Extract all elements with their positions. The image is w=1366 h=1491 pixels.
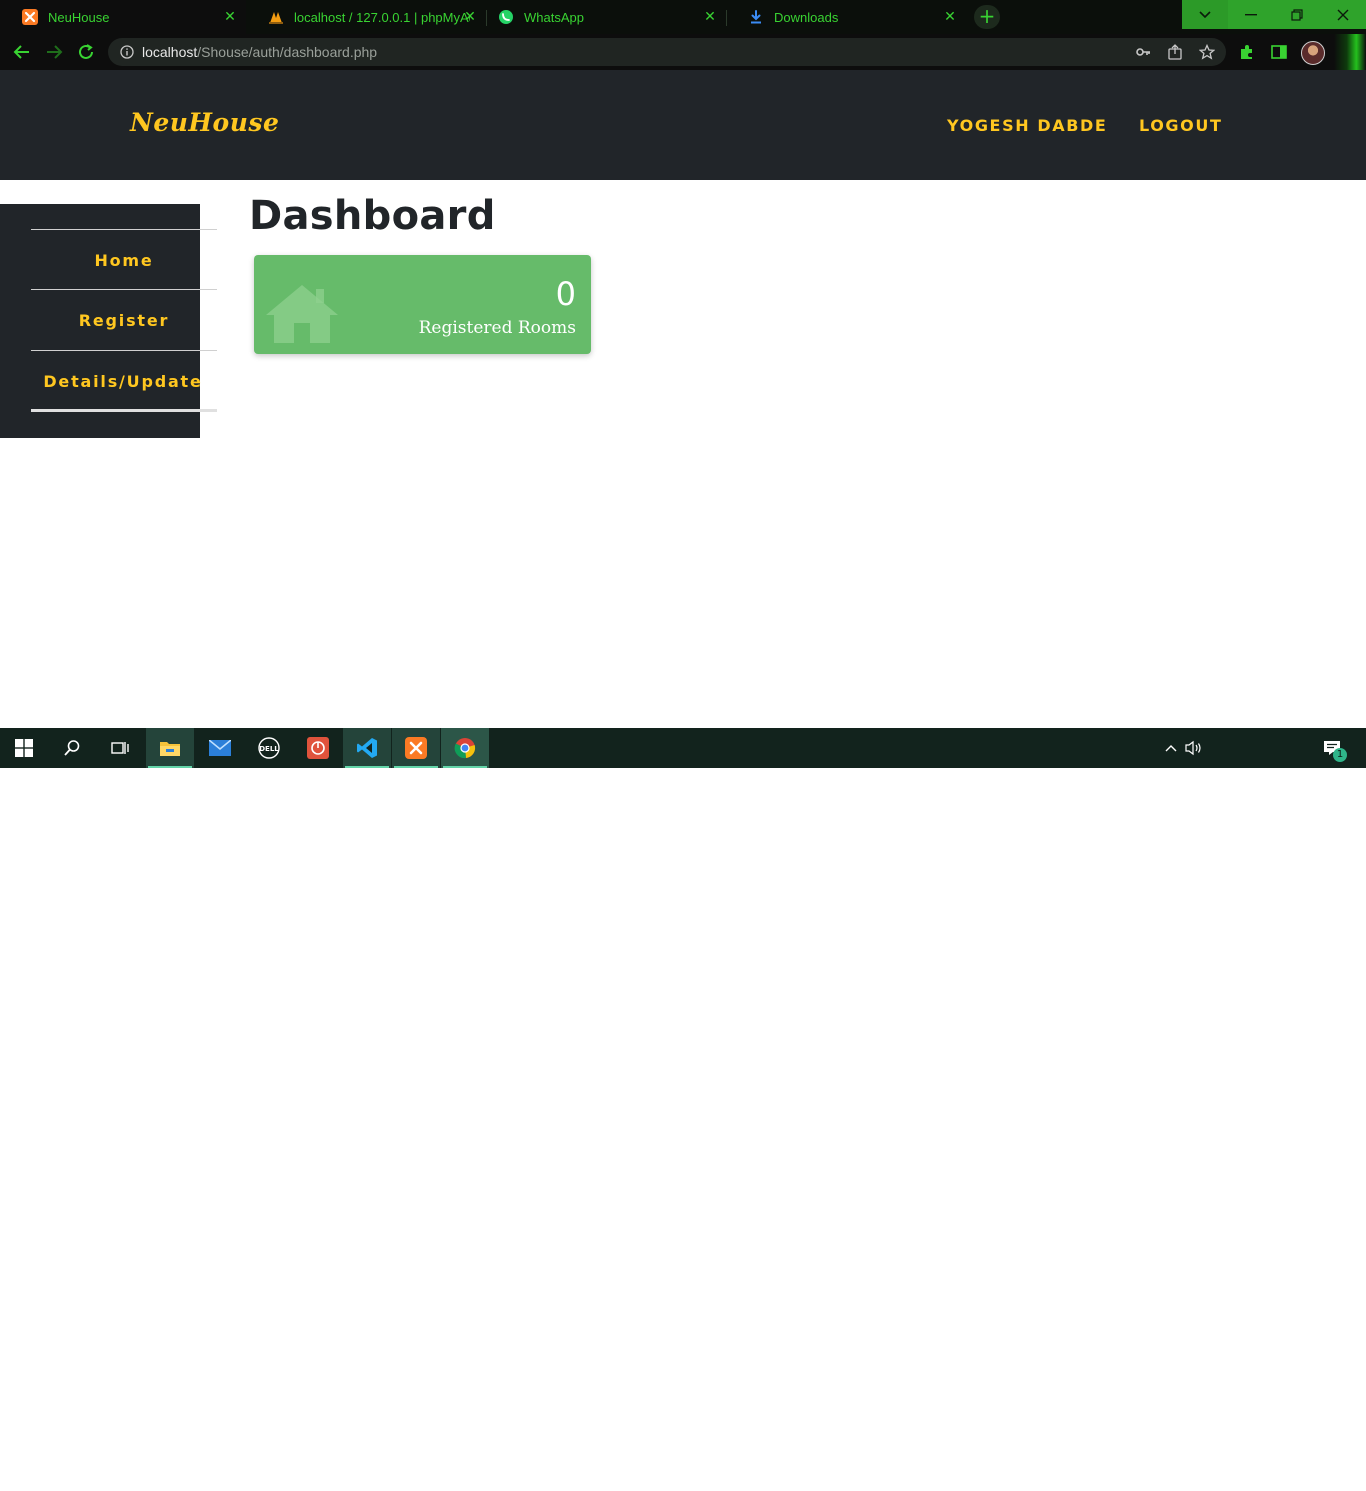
tab-title: localhost / 127.0.0.1 | phpMyAdmin — [294, 9, 470, 25]
stat-label: Registered Rooms — [418, 318, 576, 338]
task-view-icon[interactable] — [96, 728, 144, 768]
search-icon[interactable] — [48, 728, 96, 768]
house-icon — [266, 285, 338, 343]
sidebar-divider-active — [31, 409, 217, 412]
info-icon[interactable] — [120, 45, 134, 59]
key-icon[interactable] — [1135, 44, 1151, 60]
wallpaper-edge — [1334, 34, 1366, 70]
close-window-button[interactable] — [1320, 0, 1366, 29]
registered-rooms-card[interactable]: 0 Registered Rooms — [254, 255, 591, 354]
browser-tab-strip: NeuHouse ✕ localhost / 127.0.0.1 | phpMy… — [0, 0, 1366, 34]
sidebar-item-details-update[interactable]: Details/Update — [31, 351, 217, 411]
restore-icon — [1291, 8, 1303, 21]
logout-link[interactable]: LOGOUT — [1139, 116, 1222, 135]
url-text[interactable]: localhost/Shouse/auth/dashboard.php — [142, 44, 377, 60]
sidebar-item-label: Register — [78, 310, 170, 330]
page-title: Dashboard — [249, 193, 496, 239]
clock-date[interactable]: 27-06-2023 — [1248, 1478, 1312, 1491]
xampp-icon[interactable] — [392, 728, 440, 768]
minimize-icon — [1245, 13, 1257, 15]
tab-search-button[interactable] — [1182, 0, 1228, 29]
xampp-icon — [22, 9, 38, 25]
sidebar: Home Register Details/Update — [0, 204, 217, 438]
url-path: /Shouse/auth/dashboard.php — [197, 44, 378, 60]
app-red-icon[interactable] — [294, 728, 342, 768]
reload-button[interactable] — [76, 42, 96, 62]
sidebar-item-home[interactable]: Home — [31, 230, 217, 290]
minimize-button[interactable] — [1228, 0, 1274, 29]
user-name-link[interactable]: YOGESH DABDE — [947, 116, 1107, 135]
site-header: NeuHouse YOGESH DABDE LOGOUT — [0, 70, 1366, 180]
arrow-left-icon — [13, 45, 29, 59]
back-button[interactable] — [12, 42, 32, 62]
chrome-icon[interactable] — [441, 728, 489, 768]
vscode-icon[interactable] — [343, 728, 391, 768]
brand-logo[interactable]: NeuHouse — [130, 108, 279, 137]
browser-toolbar: localhost/Shouse/auth/dashboard.php — [0, 34, 1366, 70]
restore-button[interactable] — [1274, 0, 1320, 29]
dell-icon[interactable]: DELL — [245, 728, 293, 768]
profile-avatar[interactable] — [1301, 41, 1325, 65]
chevron-up-icon[interactable] — [1162, 739, 1180, 757]
language-indicator[interactable]: ENG — [1212, 1469, 1236, 1482]
tab-neuhouse[interactable]: NeuHouse ✕ — [0, 0, 246, 34]
address-bar[interactable]: localhost/Shouse/auth/dashboard.php — [108, 38, 1226, 66]
phpmyadmin-icon — [268, 9, 284, 25]
sidebar-item-register[interactable]: Register — [31, 290, 217, 350]
mail-icon[interactable] — [196, 728, 244, 768]
download-icon — [748, 9, 764, 25]
close-icon[interactable]: ✕ — [702, 8, 718, 24]
chevron-down-icon — [1199, 10, 1211, 18]
reload-icon — [79, 44, 93, 59]
tab-phpmyadmin[interactable]: localhost / 127.0.0.1 | phpMyAdmin ✕ — [246, 0, 486, 34]
windows-start-icon[interactable] — [0, 728, 48, 768]
tab-title: Downloads — [774, 9, 839, 25]
close-icon[interactable]: ✕ — [222, 8, 238, 24]
clock-time[interactable]: 22:14 — [1263, 1459, 1295, 1472]
arrow-right-icon — [47, 45, 63, 59]
url-host: localhost — [142, 44, 198, 60]
forward-button[interactable] — [44, 42, 64, 62]
close-icon — [1337, 9, 1349, 20]
notification-badge: 1 — [1333, 748, 1347, 762]
sidebar-item-label: Details/Update — [43, 371, 203, 391]
share-icon[interactable] — [1167, 44, 1183, 60]
tab-title: WhatsApp — [524, 9, 584, 25]
tab-title: NeuHouse — [48, 9, 110, 25]
extensions-icon[interactable] — [1238, 43, 1256, 61]
star-icon[interactable] — [1199, 44, 1215, 60]
svg-text:DELL: DELL — [259, 745, 279, 753]
windows-taskbar: DELL ENG 22:14 27-06-2023 — [0, 728, 1366, 1491]
tab-downloads[interactable]: Downloads ✕ — [726, 0, 966, 34]
sidebar-item-label: Home — [94, 250, 154, 270]
file-explorer-icon[interactable] — [146, 728, 194, 768]
volume-icon[interactable] — [1185, 739, 1203, 757]
side-panel-icon[interactable] — [1270, 43, 1288, 61]
close-icon[interactable]: ✕ — [942, 8, 958, 24]
tab-whatsapp[interactable]: WhatsApp ✕ — [476, 0, 726, 34]
whatsapp-icon — [498, 9, 514, 25]
new-tab-button[interactable]: + — [974, 5, 1000, 29]
stat-value: 0 — [555, 275, 576, 313]
